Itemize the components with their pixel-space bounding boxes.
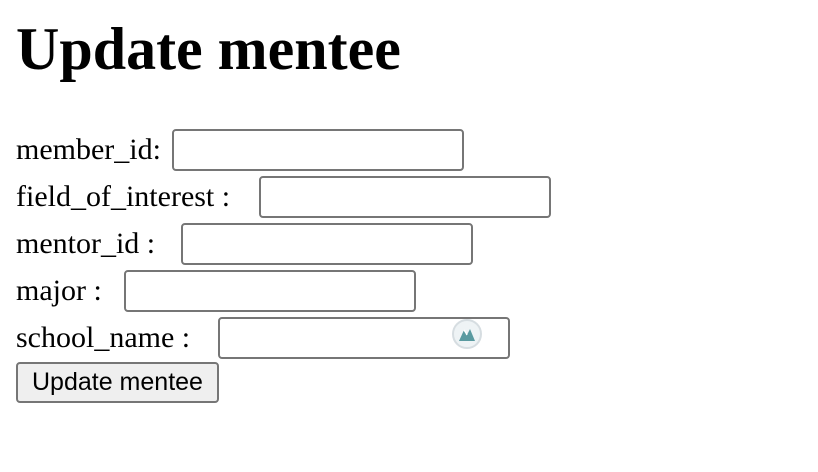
field-of-interest-input[interactable]	[259, 176, 551, 218]
major-input[interactable]	[124, 270, 416, 312]
member-id-label: member_id:	[16, 133, 161, 166]
school-name-label: school_name :	[16, 321, 191, 354]
field-of-interest-label: field_of_interest :	[16, 180, 231, 213]
update-mentee-button[interactable]: Update mentee	[16, 362, 219, 403]
major-label: major :	[16, 274, 102, 307]
page-title: Update mentee	[16, 16, 401, 82]
member-id-input[interactable]	[172, 129, 464, 171]
password-manager-glyph	[459, 329, 475, 341]
mentor-id-label: mentor_id :	[16, 227, 156, 260]
mentor-id-input[interactable]	[181, 223, 473, 265]
password-manager-icon[interactable]	[452, 319, 482, 349]
